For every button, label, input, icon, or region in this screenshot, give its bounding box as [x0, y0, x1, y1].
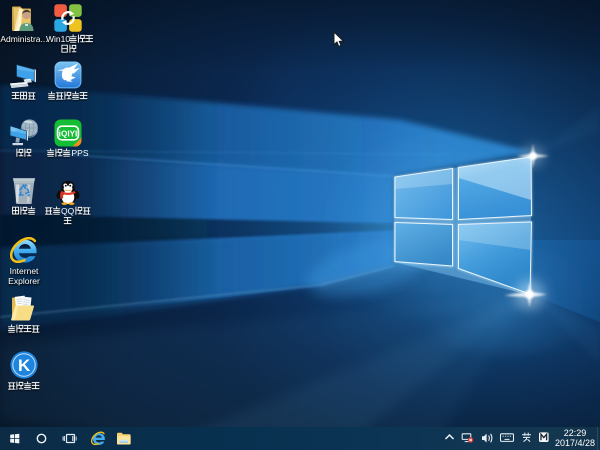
svg-text:Win10: Win10: [46, 34, 70, 44]
svg-text:QQ: QQ: [61, 206, 75, 216]
svg-text:iQIYI: iQIYI: [59, 129, 78, 138]
svg-text:K: K: [18, 356, 31, 375]
svg-text:PPS: PPS: [72, 148, 89, 158]
